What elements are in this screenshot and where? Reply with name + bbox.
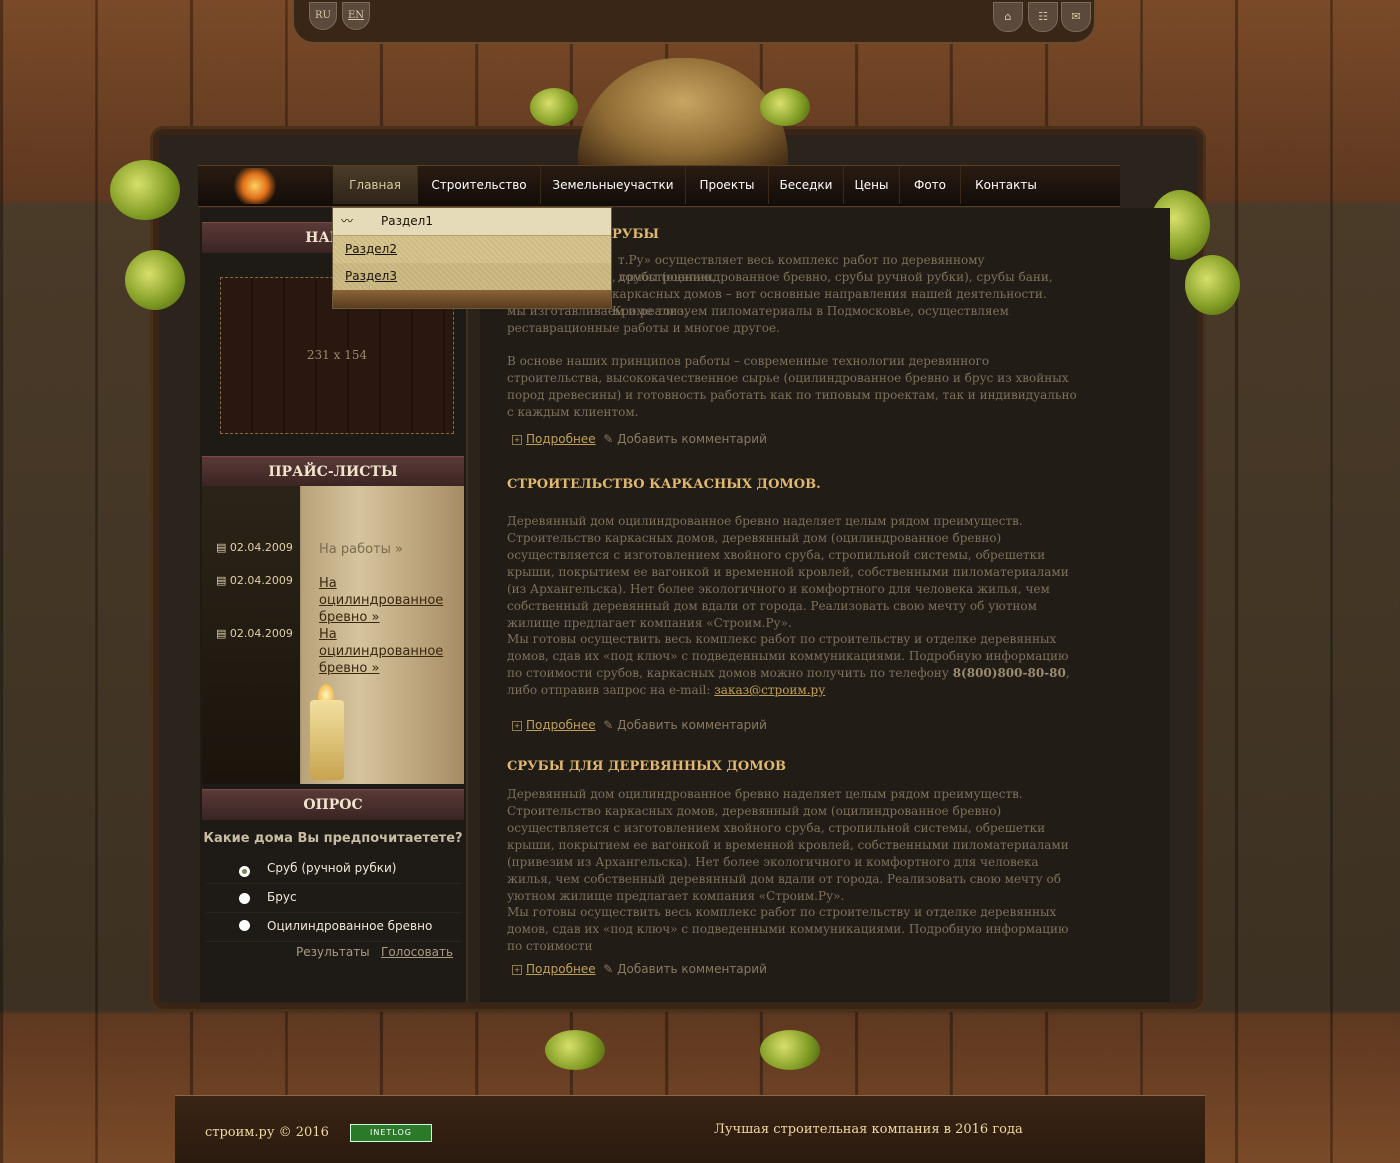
dropdown-item[interactable]: 〰 Раздел1: [333, 208, 611, 236]
candle-icon: [310, 700, 344, 780]
add-comment-link[interactable]: Добавить комментарий: [617, 432, 767, 446]
price-date: ▤ 02.04.2009: [216, 627, 293, 640]
comment-icon: ✎: [603, 432, 614, 446]
fire-decoration: [230, 168, 280, 204]
price-lists-header: ПРАЙС-ЛИСТЫ: [202, 456, 464, 487]
sitemap-icon[interactable]: ☷: [1028, 2, 1058, 32]
dropdown-item[interactable]: Раздел2: [333, 236, 611, 263]
header-crest: [578, 58, 788, 168]
dropdown-item[interactable]: Раздел3: [333, 263, 611, 290]
more-link[interactable]: Подробнее: [526, 962, 596, 976]
nav-photo[interactable]: Фото: [900, 166, 961, 204]
poll-radio[interactable]: [239, 866, 250, 877]
add-comment-link[interactable]: Добавить комментарий: [617, 718, 767, 732]
price-item-link[interactable]: На оцилиндрованное бревно »: [319, 575, 464, 626]
article-text: , срубы (оцилиндрованное бревно, срубы р…: [612, 270, 1053, 284]
email-link[interactable]: заказ@строим.ру: [714, 683, 825, 697]
poll-option-label[interactable]: Сруб (ручной рубки): [267, 861, 396, 875]
plus-icon: +: [512, 964, 522, 975]
price-date: ▤ 02.04.2009: [216, 574, 293, 587]
article-text: В основе наших принципов работы – соврем…: [507, 354, 1077, 419]
comment-icon: ✎: [603, 962, 614, 976]
counter-badge[interactable]: INETLOG: [350, 1124, 432, 1142]
vine-leaf-icon: [1185, 255, 1240, 315]
mail-icon[interactable]: ✉: [1061, 2, 1091, 32]
article-title: РУБЫ: [612, 227, 660, 242]
nav-construction[interactable]: Строительство: [418, 166, 541, 204]
nav-prices[interactable]: Цены: [844, 166, 900, 204]
vine-leaf-icon: [760, 1030, 820, 1070]
more-link[interactable]: Подробнее: [526, 432, 596, 446]
add-comment-link[interactable]: Добавить комментарий: [617, 962, 767, 976]
footer-copyright: строим.ру © 2016: [205, 1125, 329, 1140]
swirl-icon: 〰: [341, 214, 354, 228]
vine-leaf-icon: [530, 88, 578, 126]
poll-option-label[interactable]: Оцилиндрованное бревно: [267, 919, 432, 933]
article-text: Деревянный дом оцилиндрованное бревно на…: [507, 787, 1069, 903]
article-actions: + Подробнее ✎ Добавить комментарий: [512, 962, 767, 976]
nav-land-plots[interactable]: Земельныеучастки: [541, 166, 686, 204]
article-title: СТРОИТЕЛЬСТВО КАРКАСНЫХ ДОМОВ.: [507, 477, 821, 492]
nav-gazebos[interactable]: Беседки: [769, 166, 844, 204]
footer-slogan: Лучшая строительная компания в 2016 года: [714, 1122, 1023, 1137]
phone-number: 8(800)800-80-80: [952, 666, 1066, 680]
nav-dropdown: 〰 Раздел1 Раздел2 Раздел3: [332, 207, 612, 309]
price-item[interactable]: На работы »: [319, 542, 403, 557]
dropdown-table-decoration: [333, 290, 611, 308]
price-item-link[interactable]: На оцилиндрованное бревно »: [319, 626, 464, 677]
footer: [175, 1095, 1205, 1163]
poll-results-link[interactable]: Результаты: [296, 945, 370, 959]
vine-leaf-icon: [545, 1030, 605, 1070]
lang-ru-button[interactable]: RU: [309, 2, 337, 30]
poll-option-label[interactable]: Брус: [267, 890, 297, 904]
vine-leaf-icon: [125, 250, 185, 310]
vine-leaf-icon: [110, 160, 180, 220]
lang-en-button[interactable]: EN: [342, 2, 370, 30]
poll-radio[interactable]: [239, 893, 250, 904]
poll-question: Какие дома Вы предпочитаетете?: [203, 831, 463, 846]
price-date: ▤ 02.04.2009: [216, 541, 293, 554]
article-actions: + Подробнее ✎ Добавить комментарий: [512, 718, 767, 732]
article-text: Мы готовы осуществить весь комплекс рабо…: [507, 905, 1069, 953]
poll-header: ОПРОС: [202, 789, 464, 820]
vine-leaf-icon: [760, 88, 810, 126]
nav-contacts[interactable]: Контакты: [961, 166, 1051, 204]
more-link[interactable]: Подробнее: [526, 718, 596, 732]
home-icon[interactable]: ⌂: [993, 2, 1023, 32]
article-text: Деревянный дом оцилиндрованное бревно на…: [507, 514, 1069, 630]
plus-icon: +: [512, 434, 522, 445]
comment-icon: ✎: [603, 718, 614, 732]
plus-icon: +: [512, 720, 522, 731]
poll-vote-button[interactable]: Голосовать: [381, 945, 453, 959]
poll-radio[interactable]: [239, 920, 250, 931]
nav-projects[interactable]: Проекты: [686, 166, 769, 204]
article-actions: + Подробнее ✎ Добавить комментарий: [512, 432, 767, 446]
nav-home[interactable]: Главная: [333, 166, 418, 204]
article-title: СРУБЫ ДЛЯ ДЕРЕВЯННЫХ ДОМОВ: [507, 759, 786, 774]
top-bar: [292, 0, 1096, 44]
article-text: Мы готовы осуществить весь комплекс рабо…: [507, 632, 1070, 697]
